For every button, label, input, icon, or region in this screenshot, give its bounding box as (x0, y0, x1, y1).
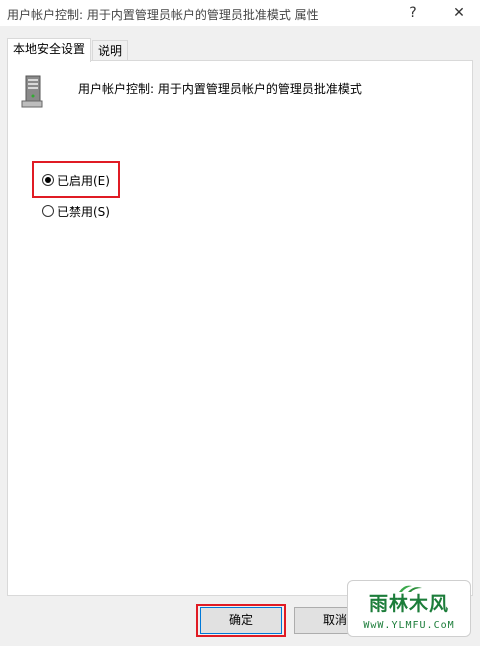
tab-label: 说明 (98, 44, 123, 58)
ok-button-highlight (196, 604, 286, 637)
policy-title: 用户帐户控制: 用于内置管理员帐户的管理员批准模式 (78, 82, 362, 96)
enabled-option[interactable]: 已启用(E) (42, 171, 110, 189)
watermark-top: 雨林木风 (368, 593, 449, 615)
settings-panel: 用户帐户控制: 用于内置管理员帐户的管理员批准模式 已启用(E) 已禁用(S) (7, 60, 473, 596)
window-title: 用户帐户控制: 用于内置管理员帐户的管理员批准模式 属性 (7, 8, 319, 22)
server-icon (21, 75, 43, 108)
close-button[interactable]: ✕ (441, 0, 477, 26)
tab-explain[interactable]: 说明 (92, 40, 129, 61)
tab-label: 本地安全设置 (13, 42, 86, 56)
disabled-radio[interactable] (42, 205, 54, 217)
disabled-option[interactable]: 已禁用(S) (42, 202, 110, 220)
disabled-label: 已禁用(S) (57, 204, 110, 219)
tab-local-security-setting[interactable]: 本地安全设置 (7, 38, 92, 62)
enabled-radio[interactable] (42, 174, 54, 186)
watermark-logo: 雨林木风 WwW.YLMFU.CoM (347, 580, 471, 637)
watermark-url: WwW.YLMFU.CoM (363, 620, 455, 631)
enabled-label: 已启用(E) (57, 173, 110, 188)
help-button[interactable]: ? (395, 0, 431, 26)
title-bar: 用户帐户控制: 用于内置管理员帐户的管理员批准模式 属性 ? ✕ (0, 0, 480, 26)
